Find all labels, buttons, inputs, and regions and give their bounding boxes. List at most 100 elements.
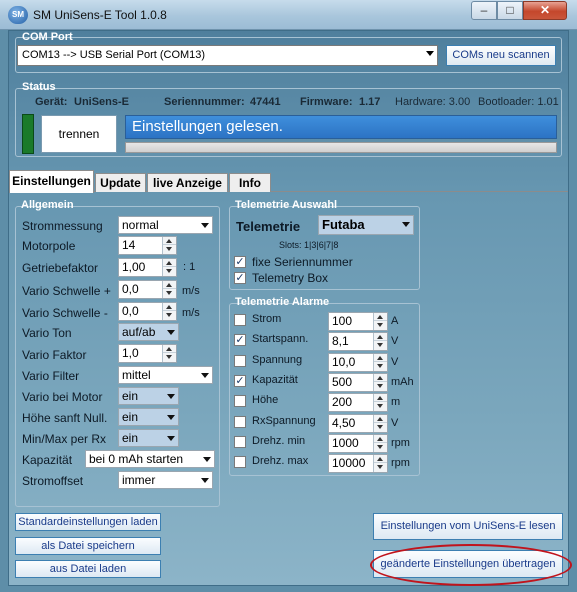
maximize-button[interactable]: □ [497, 1, 523, 20]
hoehe-null-select[interactable]: ein [118, 408, 179, 426]
vario-faktor-stepper[interactable]: 1,0 [118, 344, 177, 363]
alarm-checkbox[interactable] [234, 395, 246, 407]
stromoffset-select[interactable]: immer [118, 471, 213, 489]
alarm-label: Höhe [252, 394, 279, 406]
spin-down-icon[interactable] [374, 321, 387, 329]
getriebefaktor-unit: : 1 [183, 261, 196, 273]
com-port-select[interactable]: COM13 --> USB Serial Port (COM13) [17, 45, 438, 66]
getriebefaktor-stepper[interactable]: 1,00 [118, 258, 177, 277]
spin-down-icon[interactable] [163, 311, 176, 319]
spin-up-icon[interactable] [374, 333, 387, 341]
vario-motor-select[interactable]: ein [118, 387, 179, 405]
alarm-value: 10,0 [332, 355, 356, 369]
tab-einstellungen[interactable]: Einstellungen [9, 170, 94, 193]
alarm-value-stepper[interactable]: 1000 [328, 434, 388, 453]
tab-update[interactable]: Update [95, 173, 146, 192]
alarm-checkbox[interactable] [234, 355, 246, 367]
alarm-label: Strom [252, 313, 282, 325]
alarm-value-stepper[interactable]: 200 [328, 393, 388, 412]
kapazitaet-label: Kapazität [22, 453, 73, 467]
chevron-down-icon [426, 51, 434, 56]
vario-schwelle-minus-unit: m/s [182, 307, 200, 319]
alarm-label: RxSpannung [252, 415, 316, 427]
spin-up-icon[interactable] [374, 455, 387, 463]
vario-ton-select[interactable]: auf/ab [118, 323, 179, 341]
load-file-button[interactable]: aus Datei laden [15, 560, 161, 578]
vario-filter-select[interactable]: mittel [118, 366, 213, 384]
vario-ton-label: Vario Ton [22, 326, 72, 340]
scan-coms-button[interactable]: COMs neu scannen [446, 45, 556, 66]
spin-up-icon[interactable] [374, 374, 387, 382]
spin-down-icon[interactable] [374, 382, 387, 390]
vario-filter-value: mittel [122, 368, 151, 382]
telemetry-slots: Slots: 1|3|6|7|8 [279, 240, 339, 250]
status-message: Einstellungen gelesen. [125, 115, 557, 139]
highlight-ellipse [370, 544, 572, 586]
spin-down-icon[interactable] [163, 353, 176, 361]
alarm-checkbox[interactable] [234, 416, 246, 428]
spin-up-icon[interactable] [163, 303, 176, 311]
alarm-value-stepper[interactable]: 100 [328, 312, 388, 331]
spin-down-icon[interactable] [374, 362, 387, 370]
motorpole-stepper[interactable]: 14 [118, 236, 177, 255]
device-value: UniSens-E [74, 96, 130, 108]
alarm-value-stepper[interactable]: 4,50 [328, 414, 388, 433]
window-title: SM UniSens-E Tool 1.0.8 [33, 8, 167, 22]
telemetry-select[interactable]: Futaba [318, 215, 414, 235]
strommessung-value: normal [122, 218, 159, 232]
spin-down-icon[interactable] [374, 463, 387, 471]
telemetry-box-checkbox[interactable]: ✓ [234, 272, 246, 284]
firmware-label: Firmware: [300, 96, 353, 108]
spin-up-icon[interactable] [374, 435, 387, 443]
minmax-rx-select[interactable]: ein [118, 429, 179, 447]
alarm-checkbox[interactable] [234, 436, 246, 448]
close-button[interactable]: ✕ [523, 1, 567, 20]
alarm-value: 1000 [332, 436, 359, 450]
minimize-button[interactable]: – [471, 1, 497, 20]
spin-down-icon[interactable] [374, 423, 387, 431]
strommessung-select[interactable]: normal [118, 216, 213, 234]
spin-up-icon[interactable] [163, 281, 176, 289]
disconnect-button[interactable]: trennen [41, 115, 117, 153]
device-label: Gerät: [35, 96, 68, 108]
alarm-unit: rpm [391, 437, 410, 449]
vario-schwelle-minus-stepper[interactable]: 0,0 [118, 302, 177, 321]
spin-down-icon[interactable] [163, 245, 176, 253]
spin-down-icon[interactable] [374, 341, 387, 349]
tab-info[interactable]: Info [229, 173, 271, 192]
spin-down-icon[interactable] [163, 289, 176, 297]
telemetry-label: Telemetrie [236, 219, 301, 234]
alarms-title: Telemetrie Alarme [235, 296, 330, 308]
alarm-value: 200 [332, 395, 353, 409]
spin-up-icon[interactable] [163, 237, 176, 245]
alarm-checkbox[interactable]: ✓ [234, 375, 246, 387]
vario-schwelle-plus-stepper[interactable]: 0,0 [118, 280, 177, 299]
alarm-value-stepper[interactable]: 8,1 [328, 332, 388, 351]
alarm-checkbox[interactable] [234, 314, 246, 326]
title-bar[interactable]: SM SM UniSens-E Tool 1.0.8 – □ ✕ [0, 0, 577, 30]
alarm-value: 10000 [332, 456, 366, 470]
vario-schwelle-plus-label: Vario Schwelle + [22, 284, 111, 298]
spin-down-icon[interactable] [163, 267, 176, 275]
motorpole-value: 14 [122, 238, 136, 252]
spin-up-icon[interactable] [374, 354, 387, 362]
spin-up-icon[interactable] [374, 394, 387, 402]
chevron-down-icon [164, 324, 178, 340]
spin-down-icon[interactable] [374, 443, 387, 451]
spin-down-icon[interactable] [374, 402, 387, 410]
tab-live-anzeige[interactable]: live Anzeige [147, 173, 228, 192]
alarm-value-stepper[interactable]: 10000 [328, 454, 388, 473]
save-file-button[interactable]: als Datei speichern [15, 537, 161, 555]
spin-up-icon[interactable] [374, 313, 387, 321]
spin-up-icon[interactable] [374, 415, 387, 423]
spin-up-icon[interactable] [163, 345, 176, 353]
kapazitaet-select[interactable]: bei 0 mAh starten [85, 450, 215, 468]
alarm-checkbox[interactable]: ✓ [234, 334, 246, 346]
alarm-value-stepper[interactable]: 10,0 [328, 353, 388, 372]
alarm-value-stepper[interactable]: 500 [328, 373, 388, 392]
read-device-button[interactable]: Einstellungen vom UniSens-E lesen [373, 513, 563, 540]
alarm-checkbox[interactable] [234, 456, 246, 468]
spin-up-icon[interactable] [163, 259, 176, 267]
load-defaults-button[interactable]: Standardeinstellungen laden [15, 513, 161, 531]
fixe-seriennummer-checkbox[interactable]: ✓ [234, 256, 246, 268]
